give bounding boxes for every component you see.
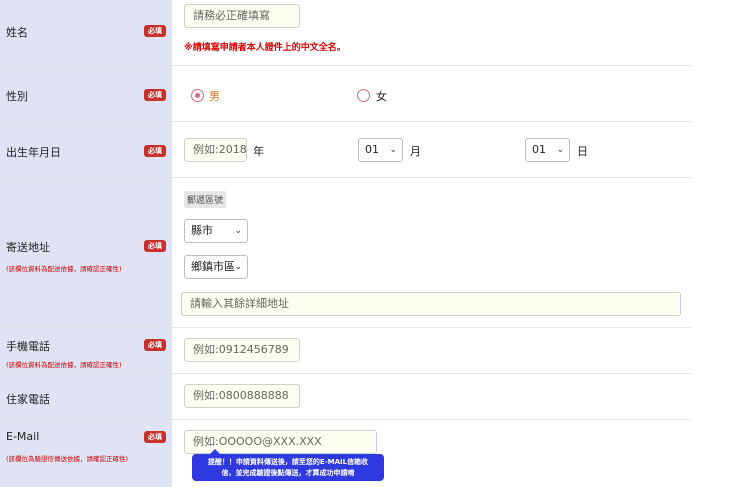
- name-label: 姓名: [6, 26, 28, 39]
- field-cell-name: 請務必正確填寫 ※請填寫申請者本人證件上的中文全名。: [172, 0, 691, 65]
- male-label[interactable]: 男: [209, 88, 220, 104]
- field-cell-birthday: 例如:2018 年 01 ⌄ 月 01 ⌄ 日: [172, 122, 691, 177]
- label-cell-mobile: 手機電話 必填 (該欄位資料為配送依據，請確認正確性): [0, 328, 172, 373]
- field-cell-address: 郵遞區號 縣市 ⌄ 鄉鎮市區 ⌄ 請輸入其餘詳細地址: [172, 178, 691, 327]
- zip-code: 郵遞區號: [184, 191, 227, 208]
- required-badge: 必填: [144, 145, 166, 157]
- year-unit: 年: [253, 145, 264, 158]
- row-name: 姓名 必填 請務必正確填寫 ※請填寫申請者本人證件上的中文全名。: [0, 0, 691, 66]
- district-value: 鄉鎮市區: [191, 260, 235, 273]
- address-detail-input[interactable]: 請輸入其餘詳細地址: [181, 292, 681, 316]
- email-note: (該欄位為驗證信傳送依據，請確認正確性): [6, 455, 129, 463]
- home-phone-label: 住家電話: [6, 393, 50, 406]
- tooltip-line-1: 提醒！！申請資料傳送後，請至您的E-MAIL信箱收: [207, 458, 369, 466]
- chevron-down-icon: ⌄: [389, 145, 397, 155]
- year-input[interactable]: 例如:2018: [184, 138, 247, 162]
- email-label: E-Mail: [6, 430, 40, 443]
- day-value: 01: [532, 143, 546, 156]
- city-select[interactable]: 縣市 ⌄: [184, 219, 248, 243]
- required-badge: 必填: [144, 339, 166, 351]
- required-badge: 必填: [144, 89, 166, 101]
- mobile-label: 手機電話: [6, 340, 50, 353]
- chevron-down-icon: ⌄: [556, 145, 564, 155]
- address-note: (該欄位資料為配送依據，請確認正確性): [6, 265, 122, 273]
- month-value: 01: [365, 143, 379, 156]
- required-badge: 必填: [144, 25, 166, 37]
- required-badge: 必填: [144, 431, 166, 443]
- row-home-phone: 住家電話 例如:0800888888: [0, 374, 691, 420]
- birthday-label: 出生年月日: [6, 146, 61, 159]
- field-cell-mobile: 例如:0912456789: [172, 328, 691, 373]
- label-cell-email: E-Mail 必填 (該欄位為驗證信傳送依據，請確認正確性): [0, 420, 172, 487]
- chevron-down-icon: ⌄: [234, 226, 242, 236]
- mobile-input[interactable]: 例如:0912456789: [184, 338, 300, 362]
- female-label[interactable]: 女: [376, 88, 387, 104]
- mobile-note: (該欄位資料為配送依據，請確認正確性): [6, 361, 122, 369]
- name-input[interactable]: 請務必正確填寫: [184, 4, 300, 28]
- address-label: 寄送地址: [6, 241, 50, 254]
- female-radio[interactable]: [357, 89, 370, 102]
- chevron-down-icon: ⌄: [234, 262, 242, 272]
- day-unit: 日: [577, 145, 588, 158]
- district-select[interactable]: 鄉鎮市區 ⌄: [184, 255, 248, 279]
- row-birthday: 出生年月日 必填 例如:2018 年 01 ⌄ 月 01 ⌄ 日: [0, 122, 691, 178]
- label-cell-address: 寄送地址 必填 (該欄位資料為配送依據，請確認正確性): [0, 178, 172, 327]
- label-cell-name: 姓名 必填: [0, 0, 172, 65]
- month-unit: 月: [410, 145, 421, 158]
- field-cell-home-phone: 例如:0800888888: [172, 374, 691, 419]
- row-gender: 性別 必填 男 女: [0, 66, 691, 122]
- gender-label: 性別: [6, 90, 28, 103]
- field-cell-gender: 男 女: [172, 66, 691, 121]
- city-value: 縣市: [191, 224, 213, 237]
- male-radio[interactable]: [191, 89, 204, 102]
- month-select[interactable]: 01 ⌄: [358, 138, 403, 162]
- home-phone-input[interactable]: 例如:0800888888: [184, 384, 300, 408]
- email-tooltip: 提醒！！申請資料傳送後，請至您的E-MAIL信箱收 信，並完成驗證後點傳送，才算…: [192, 449, 384, 481]
- label-cell-home-phone: 住家電話: [0, 374, 172, 419]
- required-badge: 必填: [144, 240, 166, 252]
- application-form: 姓名 必填 請務必正確填寫 ※請填寫申請者本人證件上的中文全名。 性別 必填 男…: [0, 0, 691, 487]
- row-address: 寄送地址 必填 (該欄位資料為配送依據，請確認正確性) 郵遞區號 縣市 ⌄ 鄉鎮…: [0, 178, 691, 328]
- name-warning: ※請填寫申請者本人證件上的中文全名。: [184, 43, 346, 53]
- day-select[interactable]: 01 ⌄: [525, 138, 570, 162]
- row-mobile: 手機電話 必填 (該欄位資料為配送依據，請確認正確性) 例如:091245678…: [0, 328, 691, 374]
- label-cell-gender: 性別 必填: [0, 66, 172, 121]
- tooltip-line-2: 信，並完成驗證後點傳送，才算成功申請唷: [221, 469, 355, 477]
- label-cell-birthday: 出生年月日 必填: [0, 122, 172, 177]
